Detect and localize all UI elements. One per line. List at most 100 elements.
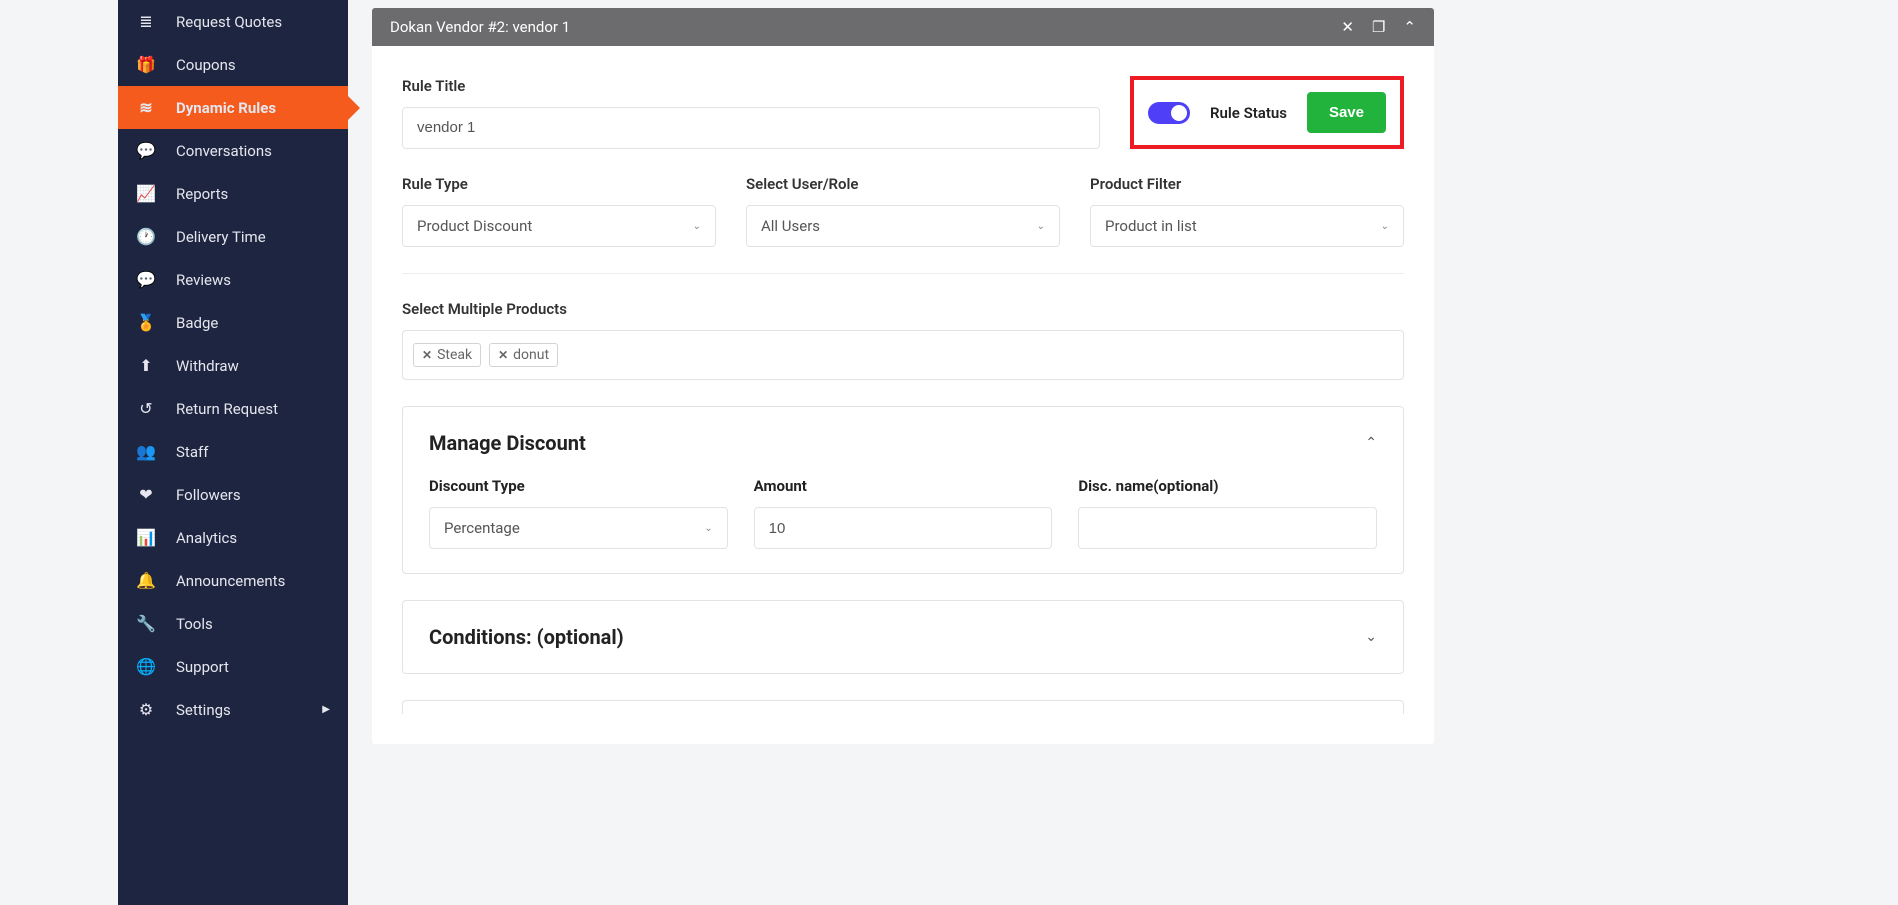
wrench-icon: 🔧 [136,614,156,633]
rule-type-select[interactable]: Product Discount ⌄ [402,205,716,247]
chevron-up-icon: ⌃ [1365,435,1377,451]
conditions-header[interactable]: Conditions: (optional) ⌄ [429,625,1377,649]
sidebar-item-label: Request Quotes [176,13,282,31]
product-filter-select[interactable]: Product in list ⌄ [1090,205,1404,247]
sidebar-item-label: Dynamic Rules [176,99,276,117]
product-filter-value: Product in list [1105,217,1197,235]
sidebar-item-conversations[interactable]: 💬 Conversations [118,129,348,172]
chevron-right-icon: ▶ [322,704,330,715]
sidebar-item-announcements[interactable]: 🔔 Announcements [118,559,348,602]
users-icon: 👥 [136,442,156,461]
sidebar-item-label: Reviews [176,271,231,289]
user-role-select[interactable]: All Users ⌄ [746,205,1060,247]
chevron-down-icon: ⌄ [693,221,701,232]
user-role-value: All Users [761,217,820,235]
sidebar-item-analytics[interactable]: 📊 Analytics [118,516,348,559]
remove-tag-icon[interactable]: ✕ [422,348,432,362]
sidebar-item-request-quotes[interactable]: ≣ Request Quotes [118,0,348,43]
sidebar-item-label: Announcements [176,572,285,590]
rule-title-input[interactable] [402,107,1100,149]
globe-icon: 🌐 [136,657,156,676]
copy-icon[interactable]: ❐ [1372,18,1385,36]
panel-title: Dokan Vendor #2: vendor 1 [390,18,570,36]
next-section-peek [402,700,1404,714]
rule-type-value: Product Discount [417,217,532,235]
sidebar-item-staff[interactable]: 👥 Staff [118,430,348,473]
status-save-highlight: Rule Status Save [1130,76,1404,149]
manage-discount-section: Manage Discount ⌃ Discount Type Percenta… [402,406,1404,574]
product-tag: ✕ Steak [413,343,481,367]
chevron-up-icon[interactable]: ⌃ [1403,18,1416,36]
speech-icon: 💬 [136,270,156,289]
sidebar-item-reviews[interactable]: 💬 Reviews [118,258,348,301]
sidebar-item-label: Settings [176,701,231,719]
sidebar-item-support[interactable]: 🌐 Support [118,645,348,688]
discount-type-label: Discount Type [429,477,728,495]
upload-icon: ⬆ [136,356,156,375]
undo-icon: ↺ [136,399,156,418]
rule-title-label: Rule Title [402,77,1100,95]
gear-icon: ⚙ [136,700,156,719]
discount-type-select[interactable]: Percentage ⌄ [429,507,728,549]
sidebar-item-label: Staff [176,443,208,461]
chevron-down-icon: ⌄ [1365,629,1377,645]
sidebar-item-tools[interactable]: 🔧 Tools [118,602,348,645]
amount-input[interactable] [754,507,1053,549]
products-multiselect[interactable]: ✕ Steak ✕ donut [402,330,1404,380]
area-chart-icon: 📊 [136,528,156,547]
sidebar-item-label: Reports [176,185,228,203]
toggle-knob [1171,105,1187,121]
discount-type-value: Percentage [444,519,520,537]
sidebar-item-label: Withdraw [176,357,239,375]
main-content: Dokan Vendor #2: vendor 1 ✕ ❐ ⌃ Rule Tit… [348,0,1458,905]
section-title: Manage Discount [429,431,586,455]
sidebar-item-label: Badge [176,314,218,332]
sidebar-item-label: Tools [176,615,213,633]
sidebar-item-badge[interactable]: 🏅 Badge [118,301,348,344]
panel-body: Rule Title Rule Status Save Rule Type Pr… [372,46,1434,744]
sidebar-item-settings[interactable]: ⚙ Settings ▶ [118,688,348,731]
chat-icon: 💬 [136,141,156,160]
sidebar: ≣ Request Quotes 🎁 Coupons ≋ Dynamic Rul… [118,0,348,905]
chart-icon: 📈 [136,184,156,203]
sidebar-item-label: Delivery Time [176,228,266,246]
sidebar-item-dynamic-rules[interactable]: ≋ Dynamic Rules [118,86,348,129]
user-role-label: Select User/Role [746,175,1060,193]
gift-icon: 🎁 [136,55,156,74]
sidebar-item-label: Conversations [176,142,272,160]
save-button[interactable]: Save [1307,92,1386,133]
chevron-down-icon: ⌄ [1381,221,1389,232]
rule-status-label: Rule Status [1210,104,1287,122]
sidebar-item-withdraw[interactable]: ⬆ Withdraw [118,344,348,387]
panel-header-actions: ✕ ❐ ⌃ [1341,18,1416,36]
sidebar-item-reports[interactable]: 📈 Reports [118,172,348,215]
layers-icon: ≋ [136,98,156,117]
sidebar-item-label: Analytics [176,529,237,547]
amount-label: Amount [754,477,1053,495]
panel-header: Dokan Vendor #2: vendor 1 ✕ ❐ ⌃ [372,8,1434,46]
product-tag-label: Steak [437,347,472,363]
chevron-down-icon: ⌄ [1037,221,1045,232]
separator [402,273,1404,274]
sidebar-item-label: Coupons [176,56,236,74]
chevron-down-icon: ⌄ [704,523,712,534]
sidebar-item-return-request[interactable]: ↺ Return Request [118,387,348,430]
discount-name-input[interactable] [1078,507,1377,549]
sidebar-item-followers[interactable]: ❤ Followers [118,473,348,516]
list-icon: ≣ [136,12,156,31]
rule-status-toggle[interactable] [1148,102,1190,124]
manage-discount-header[interactable]: Manage Discount ⌃ [429,431,1377,455]
badge-icon: 🏅 [136,313,156,332]
discount-name-label: Disc. name(optional) [1078,477,1377,495]
sidebar-item-delivery-time[interactable]: 🕐 Delivery Time [118,215,348,258]
clock-icon: 🕐 [136,227,156,246]
sidebar-item-coupons[interactable]: 🎁 Coupons [118,43,348,86]
products-label: Select Multiple Products [402,300,1404,318]
section-title: Conditions: (optional) [429,625,624,649]
close-icon[interactable]: ✕ [1341,18,1354,36]
sidebar-item-label: Return Request [176,400,278,418]
rule-type-label: Rule Type [402,175,716,193]
bell-icon: 🔔 [136,571,156,590]
heart-icon: ❤ [136,485,156,504]
remove-tag-icon[interactable]: ✕ [498,348,508,362]
